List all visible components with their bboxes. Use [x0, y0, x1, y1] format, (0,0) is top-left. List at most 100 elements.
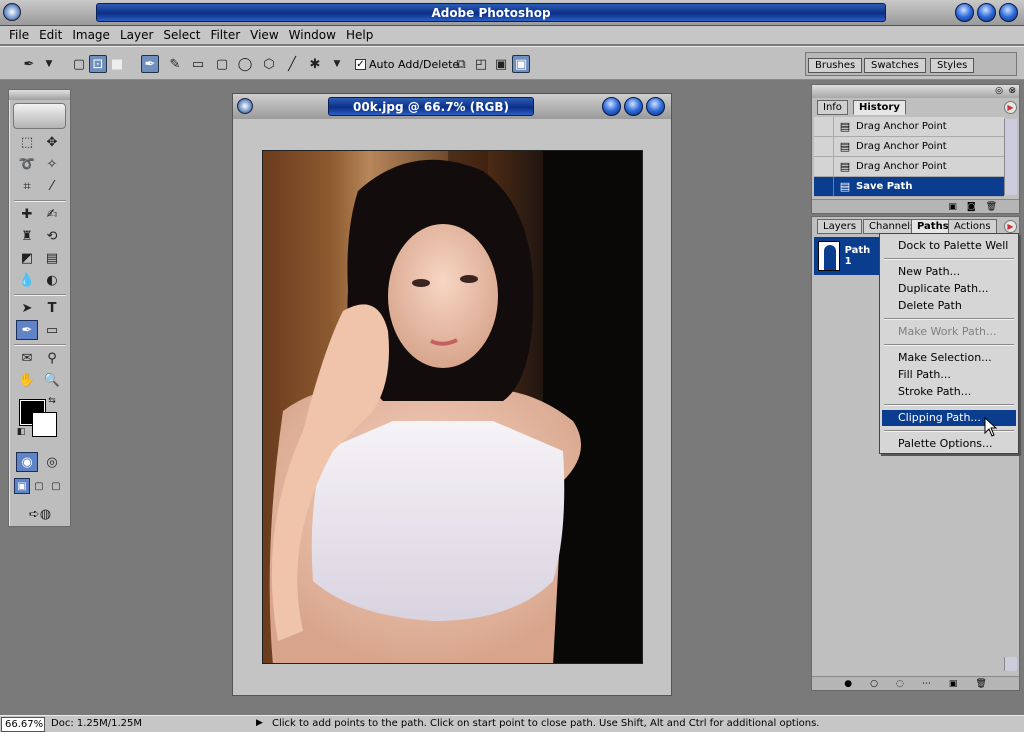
full-screen-menu-icon[interactable]: ▢	[31, 478, 47, 494]
panel-close-icon[interactable]: ⊗	[1008, 86, 1016, 96]
pen-tool-icon[interactable]: ✒	[16, 320, 38, 340]
full-screen-icon[interactable]: ▢	[48, 478, 64, 494]
background-color-swatch[interactable]	[32, 412, 57, 437]
dodge-tool-icon[interactable]: ◐	[41, 270, 63, 290]
marquee-tool-icon[interactable]: ⬚	[16, 132, 38, 152]
load-as-selection-icon[interactable]: ◌	[896, 679, 904, 689]
delete-path-icon[interactable]: 🗑	[975, 679, 986, 689]
stroke-path-icon[interactable]: ○	[870, 679, 878, 689]
menu-image[interactable]: Image	[67, 28, 115, 42]
panel-minimize-icon[interactable]: ◎	[995, 86, 1003, 96]
slice-tool-icon[interactable]: ⁄	[41, 176, 63, 196]
history-item[interactable]: ▤ Drag Anchor Point	[814, 137, 1004, 157]
polygon-shape-icon[interactable]: ⬡	[260, 55, 278, 73]
tab-styles[interactable]: Styles	[930, 58, 975, 73]
tab-brushes[interactable]: Brushes	[808, 58, 863, 73]
paths-mode-icon[interactable]: ⊡	[89, 55, 107, 73]
history-snapshot-checkbox[interactable]	[814, 117, 834, 136]
jump-to-imageready-icon[interactable]: ➪◍	[16, 504, 64, 524]
menu-item-fill-path[interactable]: Fill Path...	[882, 367, 1016, 383]
history-snapshot-checkbox[interactable]	[814, 177, 834, 196]
ellipse-shape-icon[interactable]: ◯	[236, 55, 254, 73]
new-document-from-state-icon[interactable]: ▣	[948, 202, 957, 212]
default-colors-icon[interactable]: ◧	[15, 426, 27, 438]
maximize-button[interactable]	[977, 3, 996, 22]
doc-close-button[interactable]	[646, 97, 665, 116]
paths-scrollbar[interactable]	[1004, 657, 1017, 671]
toolbox-grip[interactable]	[9, 90, 70, 100]
standard-mode-icon[interactable]: ◉	[16, 452, 38, 472]
brush-tool-icon[interactable]: ✍	[41, 204, 63, 224]
history-item[interactable]: ▤ Drag Anchor Point	[814, 117, 1004, 137]
image-canvas[interactable]	[262, 150, 643, 664]
notes-tool-icon[interactable]: ✉	[16, 348, 38, 368]
menu-layer[interactable]: Layer	[115, 28, 158, 42]
history-menu-arrow-icon[interactable]: ▶	[1004, 101, 1017, 114]
photoshop-app-icon[interactable]	[3, 3, 21, 21]
magic-wand-icon[interactable]: ✧	[41, 154, 63, 174]
standard-screen-icon[interactable]: ▣	[14, 478, 30, 494]
move-tool-icon[interactable]: ✥	[41, 132, 63, 152]
status-menu-arrow-icon[interactable]: ▶	[256, 718, 263, 728]
fill-pixels-icon[interactable]: ■	[108, 55, 126, 73]
hand-tool-icon[interactable]: ✋	[16, 370, 38, 390]
healing-brush-icon[interactable]: ✚	[16, 204, 38, 224]
history-snapshot-checkbox[interactable]	[814, 137, 834, 156]
checkbox-box[interactable]: ✓	[355, 59, 366, 70]
menu-filter[interactable]: Filter	[205, 28, 245, 42]
document-icon[interactable]	[237, 98, 253, 114]
history-item[interactable]: ▤ Drag Anchor Point	[814, 157, 1004, 177]
document-size[interactable]: Doc: 1.25M/1.25M	[51, 718, 142, 729]
paths-menu-arrow-icon[interactable]: ▶	[1004, 220, 1017, 233]
pen-icon[interactable]: ✒	[141, 55, 159, 73]
history-brush-icon[interactable]: ⟲	[41, 226, 63, 246]
doc-minimize-button[interactable]	[602, 97, 621, 116]
fill-path-icon[interactable]: ●	[844, 679, 852, 689]
rectangle-shape-icon[interactable]: ▭	[189, 55, 207, 73]
close-button[interactable]	[999, 3, 1018, 22]
doc-maximize-button[interactable]	[624, 97, 643, 116]
menu-item-duplicate-path[interactable]: Duplicate Path...	[882, 281, 1016, 297]
zoom-tool-icon[interactable]: 🔍	[41, 370, 63, 390]
menu-item-make-selection[interactable]: Make Selection...	[882, 350, 1016, 366]
menu-view[interactable]: View	[245, 28, 283, 42]
menu-item-delete-path[interactable]: Delete Path	[882, 298, 1016, 314]
clone-stamp-icon[interactable]: ♜	[16, 226, 38, 246]
history-item-current[interactable]: ▤ Save Path	[814, 177, 1004, 197]
history-panel-grip[interactable]: ◎ ⊗	[812, 85, 1019, 98]
custom-shape-icon[interactable]: ✱	[306, 55, 324, 73]
swap-colors-icon[interactable]: ⇆	[45, 395, 59, 407]
tab-actions[interactable]: Actions	[948, 219, 997, 234]
zoom-field[interactable]: 66.67%	[1, 717, 45, 732]
pen-tool-preset-icon[interactable]: ✒	[20, 55, 38, 73]
blur-tool-icon[interactable]: 💧	[16, 270, 38, 290]
make-work-path-icon[interactable]: ⋯	[922, 679, 931, 689]
preset-dropdown-arrow-icon[interactable]: ▼	[40, 55, 58, 73]
path-item[interactable]: Path 1	[814, 237, 880, 275]
auto-add-delete-checkbox[interactable]: ✓ Auto Add/Delete	[355, 58, 459, 71]
intersect-path-area-icon[interactable]: ▣	[492, 55, 510, 73]
exclude-overlap-icon[interactable]: ▣	[512, 55, 530, 73]
menu-select[interactable]: Select	[158, 28, 205, 42]
menu-item-new-path[interactable]: New Path...	[882, 264, 1016, 280]
menu-help[interactable]: Help	[341, 28, 378, 42]
menu-file[interactable]: File	[4, 28, 34, 42]
adobe-eye-logo[interactable]	[13, 103, 66, 129]
new-path-icon[interactable]: ▣	[949, 679, 958, 689]
document-titlebar[interactable]: 00k.jpg @ 66.7% (RGB)	[233, 94, 671, 119]
menu-window[interactable]: Window	[284, 28, 341, 42]
freeform-pen-icon[interactable]: ✎	[166, 55, 184, 73]
add-to-path-area-icon[interactable]: ⧉	[452, 55, 470, 73]
type-tool-icon[interactable]: T	[41, 298, 63, 318]
gradient-tool-icon[interactable]: ▤	[41, 248, 63, 268]
menu-item-palette-options[interactable]: Palette Options...	[882, 436, 1016, 452]
lasso-tool-icon[interactable]: ➰	[16, 154, 38, 174]
menu-item-stroke-path[interactable]: Stroke Path...	[882, 384, 1016, 400]
eraser-tool-icon[interactable]: ◩	[16, 248, 38, 268]
quick-mask-icon[interactable]: ◎	[41, 452, 63, 472]
eyedropper-tool-icon[interactable]: ⚲	[41, 348, 63, 368]
tab-info[interactable]: Info	[817, 100, 848, 115]
menu-edit[interactable]: Edit	[34, 28, 67, 42]
line-shape-icon[interactable]: ╱	[283, 55, 301, 73]
path-selection-icon[interactable]: ➤	[16, 298, 38, 318]
